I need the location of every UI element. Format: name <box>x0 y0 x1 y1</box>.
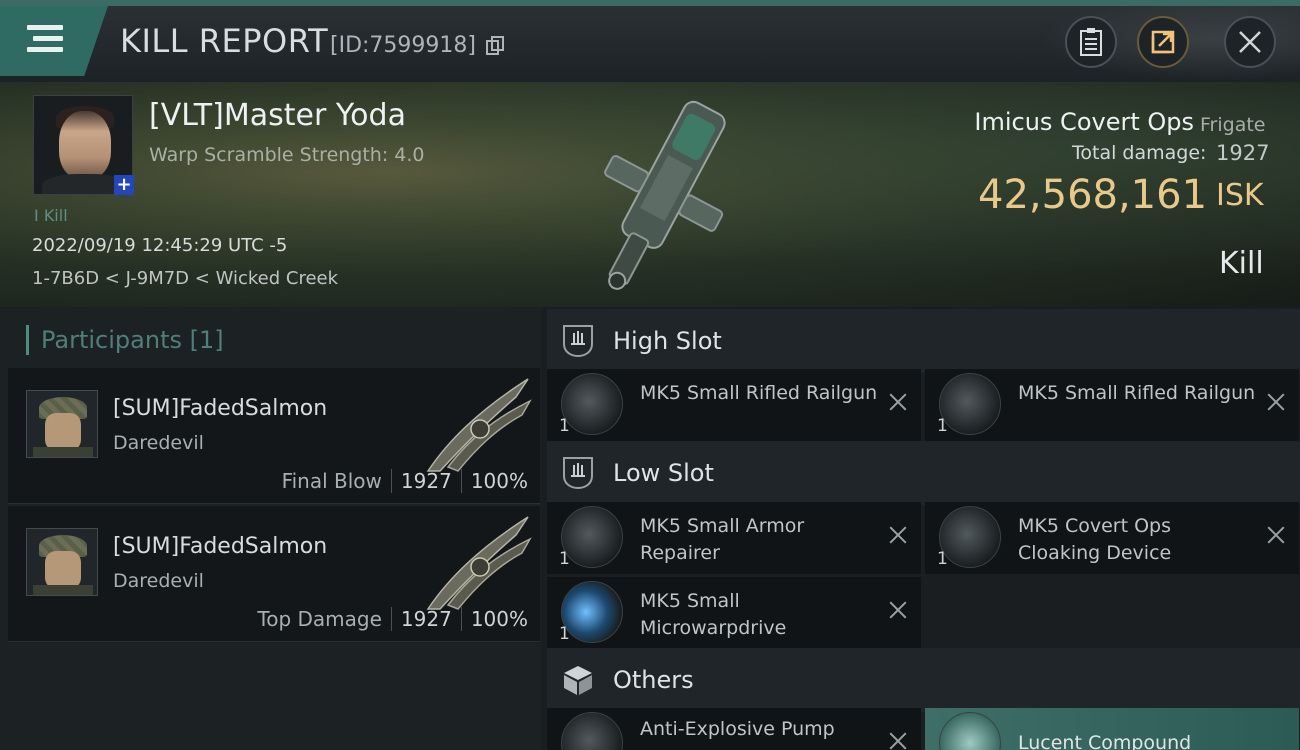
share-button[interactable] <box>1137 16 1189 68</box>
participant-row[interactable]: [SUM]FadedSalmon Daredevil Top Damage 19… <box>8 506 540 642</box>
armor-repairer-icon <box>561 506 623 568</box>
total-damage-value: 1927 <box>1216 141 1270 165</box>
module-quantity: 1 <box>559 549 570 569</box>
participant-stats: Top Damage 1927 100% <box>257 607 528 631</box>
x-icon[interactable] <box>887 391 909 413</box>
module-name: Anti-Explosive Pump <box>640 718 835 740</box>
avatar-face <box>45 551 81 589</box>
module-item[interactable]: 1 MK5 Small Rifled Railgun <box>547 369 921 441</box>
victim-ship-image[interactable] <box>560 86 760 306</box>
participant-role: Final Blow <box>281 469 382 493</box>
participant-role: Top Damage <box>257 607 382 631</box>
module-name: Lucent Compound <box>1018 732 1192 750</box>
kill-result: Kill <box>1219 246 1264 281</box>
hamburger-icon-bar <box>27 47 63 52</box>
hamburger-icon <box>27 25 63 30</box>
close-button[interactable] <box>1224 16 1276 68</box>
module-quantity: 1 <box>559 624 570 644</box>
victim-name[interactable]: [VLT]Master Yoda <box>149 98 406 133</box>
participant-percent: 100% <box>470 469 528 493</box>
x-icon[interactable] <box>1265 524 1287 546</box>
stat-divider <box>460 607 462 631</box>
cloaking-device-icon <box>939 506 1001 568</box>
clipboard-button[interactable] <box>1065 16 1117 68</box>
share-icon <box>1151 30 1175 54</box>
close-icon <box>1239 31 1261 53</box>
module-name: MK5 Small Rifled Railgun <box>1018 382 1256 404</box>
module-item[interactable]: Lucent Compound <box>925 708 1299 750</box>
participant-name: [SUM]FadedSalmon <box>113 534 328 559</box>
kill-tag: I Kill <box>34 206 68 225</box>
module-item[interactable]: 1 MK5 Covert Ops Cloaking Device <box>925 502 1299 574</box>
isk-unit: ISK <box>1216 178 1264 213</box>
participant-percent: 100% <box>470 607 528 631</box>
participant-ship: Daredevil <box>113 432 204 454</box>
report-id: [ID:7599918] <box>330 33 476 58</box>
total-damage-label: Total damage: <box>1072 142 1207 164</box>
participant-stats: Final Blow 1927 100% <box>282 469 528 493</box>
module-name: MK5 Small Rifled Railgun <box>640 382 878 404</box>
others-header: Others <box>547 648 1300 712</box>
avatar-face <box>59 111 111 179</box>
module-item[interactable]: 1 MK5 Small Microwarpdrive <box>547 577 921 649</box>
participant-damage: 1927 <box>400 469 452 493</box>
pump-icon <box>561 712 623 750</box>
x-icon[interactable] <box>887 524 909 546</box>
clipboard-icon <box>1080 28 1102 56</box>
kill-tag-marker: I <box>34 206 44 225</box>
hamburger-icon-bar <box>33 36 63 41</box>
corp-badge-icon: + <box>114 175 134 195</box>
module-quantity: 1 <box>937 416 948 436</box>
railgun-icon <box>561 373 623 435</box>
x-icon[interactable] <box>887 599 909 621</box>
participant-ship-image[interactable] <box>418 371 538 475</box>
stat-divider <box>390 469 392 493</box>
microwarpdrive-icon <box>561 581 623 643</box>
avatar-face <box>45 413 81 451</box>
participant-ship-image[interactable] <box>418 509 538 613</box>
high-slot-icon <box>563 325 593 358</box>
participant-name: [SUM]FadedSalmon <box>113 396 328 421</box>
participant-avatar[interactable] <box>26 390 98 458</box>
avatar-body <box>33 585 93 595</box>
module-item[interactable]: Anti-Explosive Pump <box>547 708 921 750</box>
isk-value: 42,568,161 <box>978 172 1208 218</box>
module-quantity: 1 <box>559 416 570 436</box>
participant-avatar[interactable] <box>26 528 98 596</box>
participants-heading: Participants [1] <box>26 325 224 355</box>
kill-tag-label: Kill <box>43 206 68 225</box>
kill-datetime: 2022/09/19 12:45:29 UTC -5 <box>32 235 288 256</box>
copy-icon[interactable] <box>486 36 504 56</box>
low-slot-label: Low Slot <box>613 459 714 487</box>
x-icon[interactable] <box>1265 391 1287 413</box>
compound-icon <box>939 712 1001 750</box>
kill-location[interactable]: 1-7B6D < J-9M7D < Wicked Creek <box>32 268 338 289</box>
participant-row[interactable]: [SUM]FadedSalmon Daredevil Final Blow 19… <box>8 368 540 504</box>
warp-scramble-strength: Warp Scramble Strength: 4.0 <box>149 144 425 166</box>
cargo-box-icon <box>564 666 592 695</box>
high-slot-header: High Slot <box>547 309 1300 373</box>
ship-class: Frigate <box>1200 114 1266 136</box>
module-item[interactable]: 1 MK5 Small Rifled Railgun <box>925 369 1299 441</box>
others-label: Others <box>613 666 694 694</box>
x-icon[interactable] <box>887 730 909 750</box>
ship-name[interactable]: Imicus Covert Ops <box>974 108 1194 136</box>
high-slot-label: High Slot <box>613 327 722 355</box>
module-name: MK5 Small Armor Repairer <box>640 515 805 564</box>
page-title: KILL REPORT <box>120 22 329 60</box>
avatar-body <box>33 447 93 457</box>
railgun-icon <box>939 373 1001 435</box>
participant-ship: Daredevil <box>113 570 204 592</box>
participant-damage: 1927 <box>400 607 452 631</box>
module-name: MK5 Covert Ops Cloaking Device <box>1018 515 1172 564</box>
low-slot-header: Low Slot <box>547 441 1300 505</box>
low-slot-icon <box>563 457 593 490</box>
module-name: MK5 Small Microwarpdrive <box>640 590 787 639</box>
module-quantity: 1 <box>937 549 948 569</box>
stat-divider <box>390 607 392 631</box>
module-item[interactable]: 1 MK5 Small Armor Repairer <box>547 502 921 574</box>
stat-divider <box>460 469 462 493</box>
